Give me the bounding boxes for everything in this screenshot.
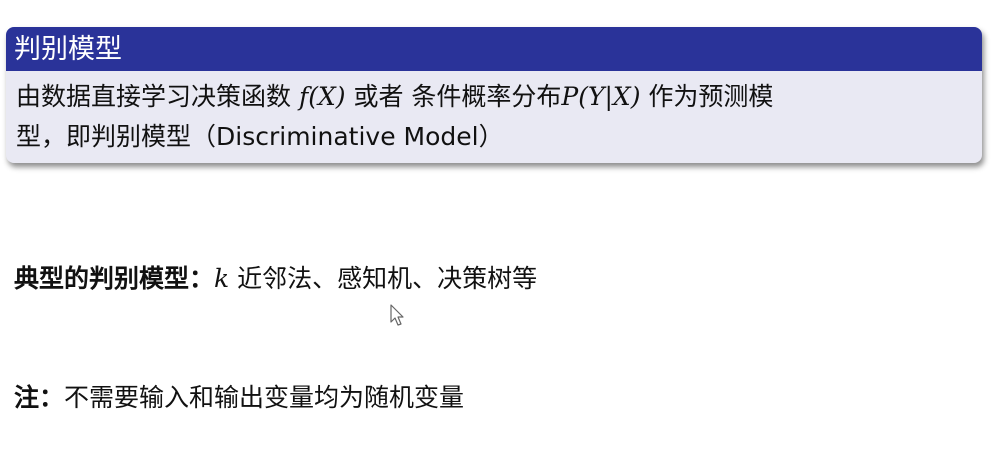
block-line-2: 型，即判别模型（Discriminative Model） [16, 122, 504, 151]
definition-block: 判别模型 由数据直接学习决策函数 f(X) 或者 条件概率分布P(Y|X) 作为… [6, 27, 982, 163]
block-body: 由数据直接学习决策函数 f(X) 或者 条件概率分布P(Y|X) 作为预测模 型… [6, 71, 982, 157]
math-fx: f(X) [298, 82, 346, 111]
line1-text-b: 或者 条件概率分布 [345, 82, 562, 111]
note-text: 不需要输入和输出变量均为随机变量 [64, 383, 465, 412]
line1-text-c: 作为预测模 [640, 82, 774, 111]
examples-text: 近邻法、感知机、决策树等 [229, 264, 538, 293]
slide: { "block": { "title": "判别模型", "line1_a":… [0, 0, 994, 455]
note-label: 注： [14, 383, 65, 412]
note-line: 注：不需要输入和输出变量均为随机变量 [14, 385, 464, 410]
examples-line: 典型的判别模型：k 近邻法、感知机、决策树等 [14, 266, 537, 291]
mouse-pointer-icon [390, 304, 404, 326]
math-pyx: P(Y|X) [561, 82, 641, 111]
math-k: k [214, 264, 230, 293]
examples-label: 典型的判别模型： [14, 264, 215, 293]
block-line-1: 由数据直接学习决策函数 f(X) 或者 条件概率分布P(Y|X) 作为预测模 [16, 77, 972, 117]
block-title: 判别模型 [6, 27, 982, 71]
line1-text-a: 由数据直接学习决策函数 [16, 82, 299, 111]
